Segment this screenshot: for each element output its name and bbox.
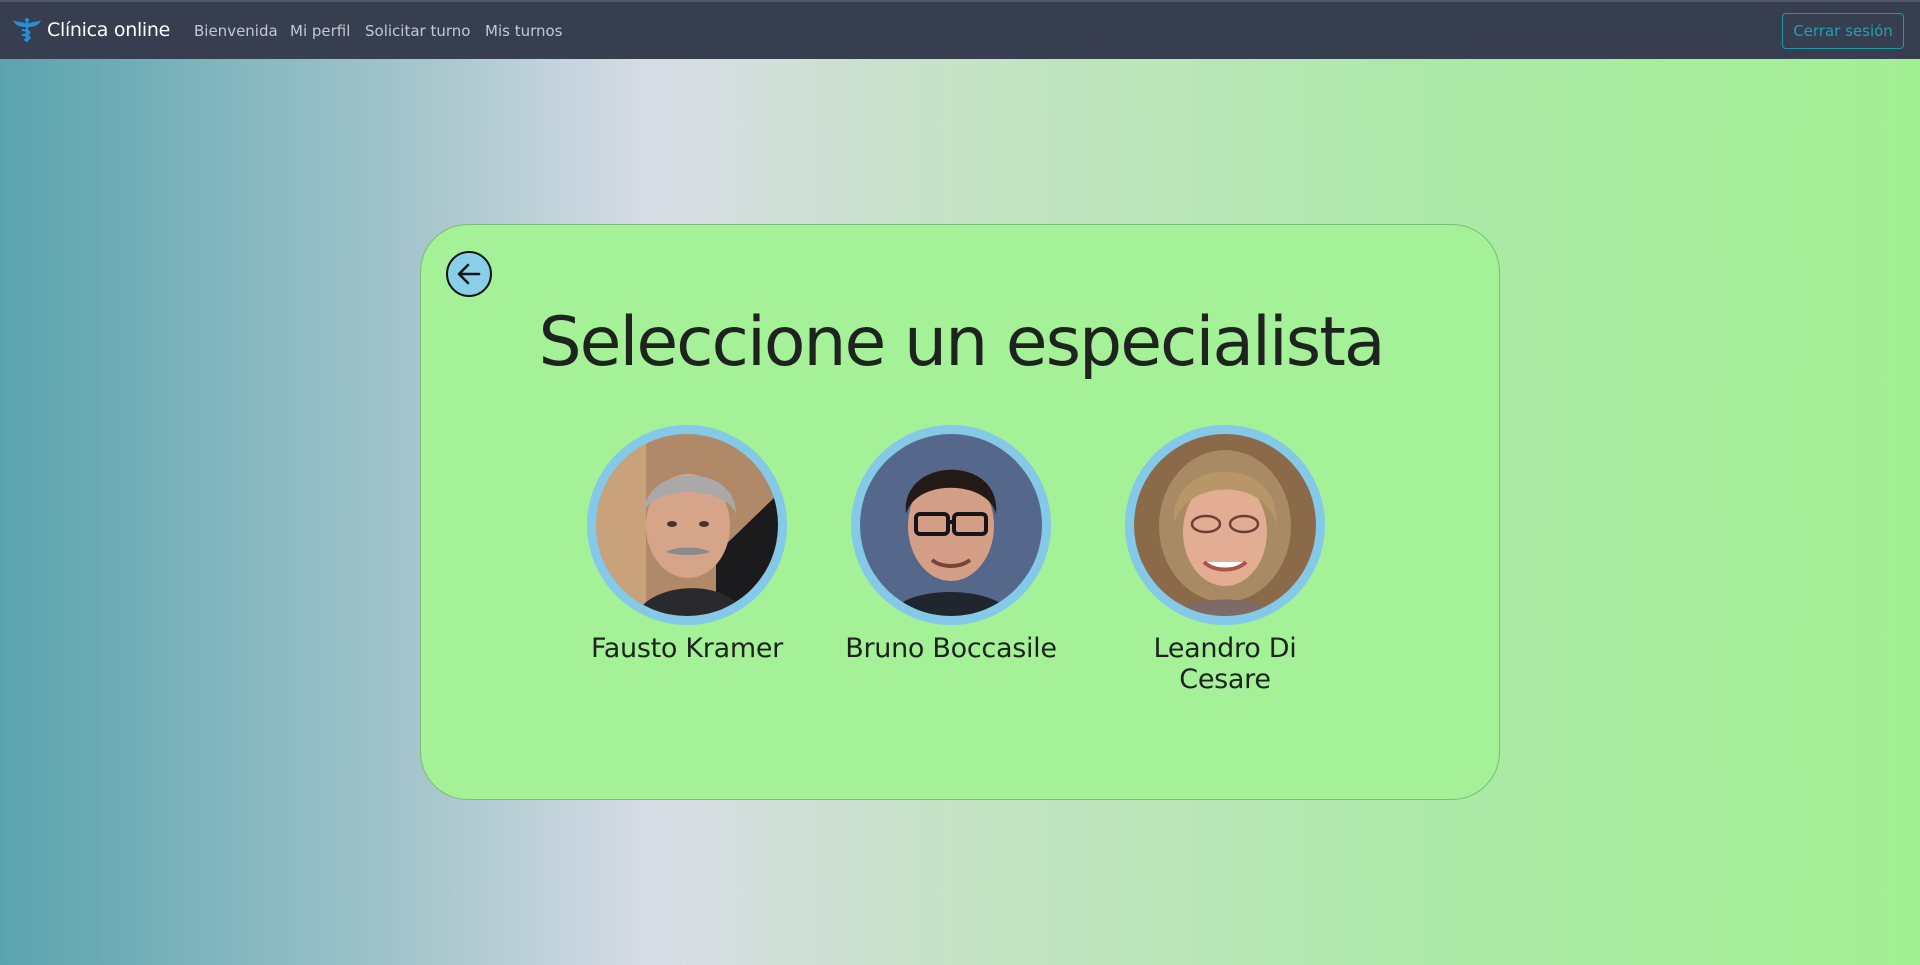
specialist-photo	[596, 434, 778, 616]
specialist-selection-card: Seleccione un especialista Fausto Kramer	[420, 224, 1500, 800]
caduceus-icon	[12, 17, 42, 43]
specialist-card-2[interactable]: Bruno Boccasile	[831, 425, 1071, 664]
back-button[interactable]	[446, 251, 492, 297]
arrow-left-icon	[457, 263, 481, 285]
specialist-card-1[interactable]: Fausto Kramer	[567, 425, 807, 664]
nav-link-bienvenida[interactable]: Bienvenida	[194, 22, 278, 40]
nav-link-mis-turnos[interactable]: Mis turnos	[485, 22, 562, 40]
avatar[interactable]	[587, 425, 787, 625]
avatar[interactable]	[1125, 425, 1325, 625]
logout-button[interactable]: Cerrar sesión	[1782, 13, 1904, 49]
specialist-name: Fausto Kramer	[591, 633, 783, 664]
nav-link-mi-perfil[interactable]: Mi perfil	[290, 22, 350, 40]
brand[interactable]: Clínica online	[12, 17, 170, 43]
nav-link-solicitar-turno[interactable]: Solicitar turno	[365, 22, 470, 40]
specialist-card-3[interactable]: Leandro Di Cesare	[1105, 425, 1345, 695]
specialist-name: Leandro Di Cesare	[1153, 633, 1297, 695]
brand-name: Clínica online	[47, 19, 171, 41]
specialist-photo	[860, 434, 1042, 616]
top-navbar: Clínica online Bienvenida Mi perfil Soli…	[0, 0, 1920, 59]
specialist-photo	[1134, 434, 1316, 616]
specialist-name: Bruno Boccasile	[845, 633, 1057, 664]
avatar[interactable]	[851, 425, 1051, 625]
page-title: Seleccione un especialista	[538, 303, 1385, 382]
